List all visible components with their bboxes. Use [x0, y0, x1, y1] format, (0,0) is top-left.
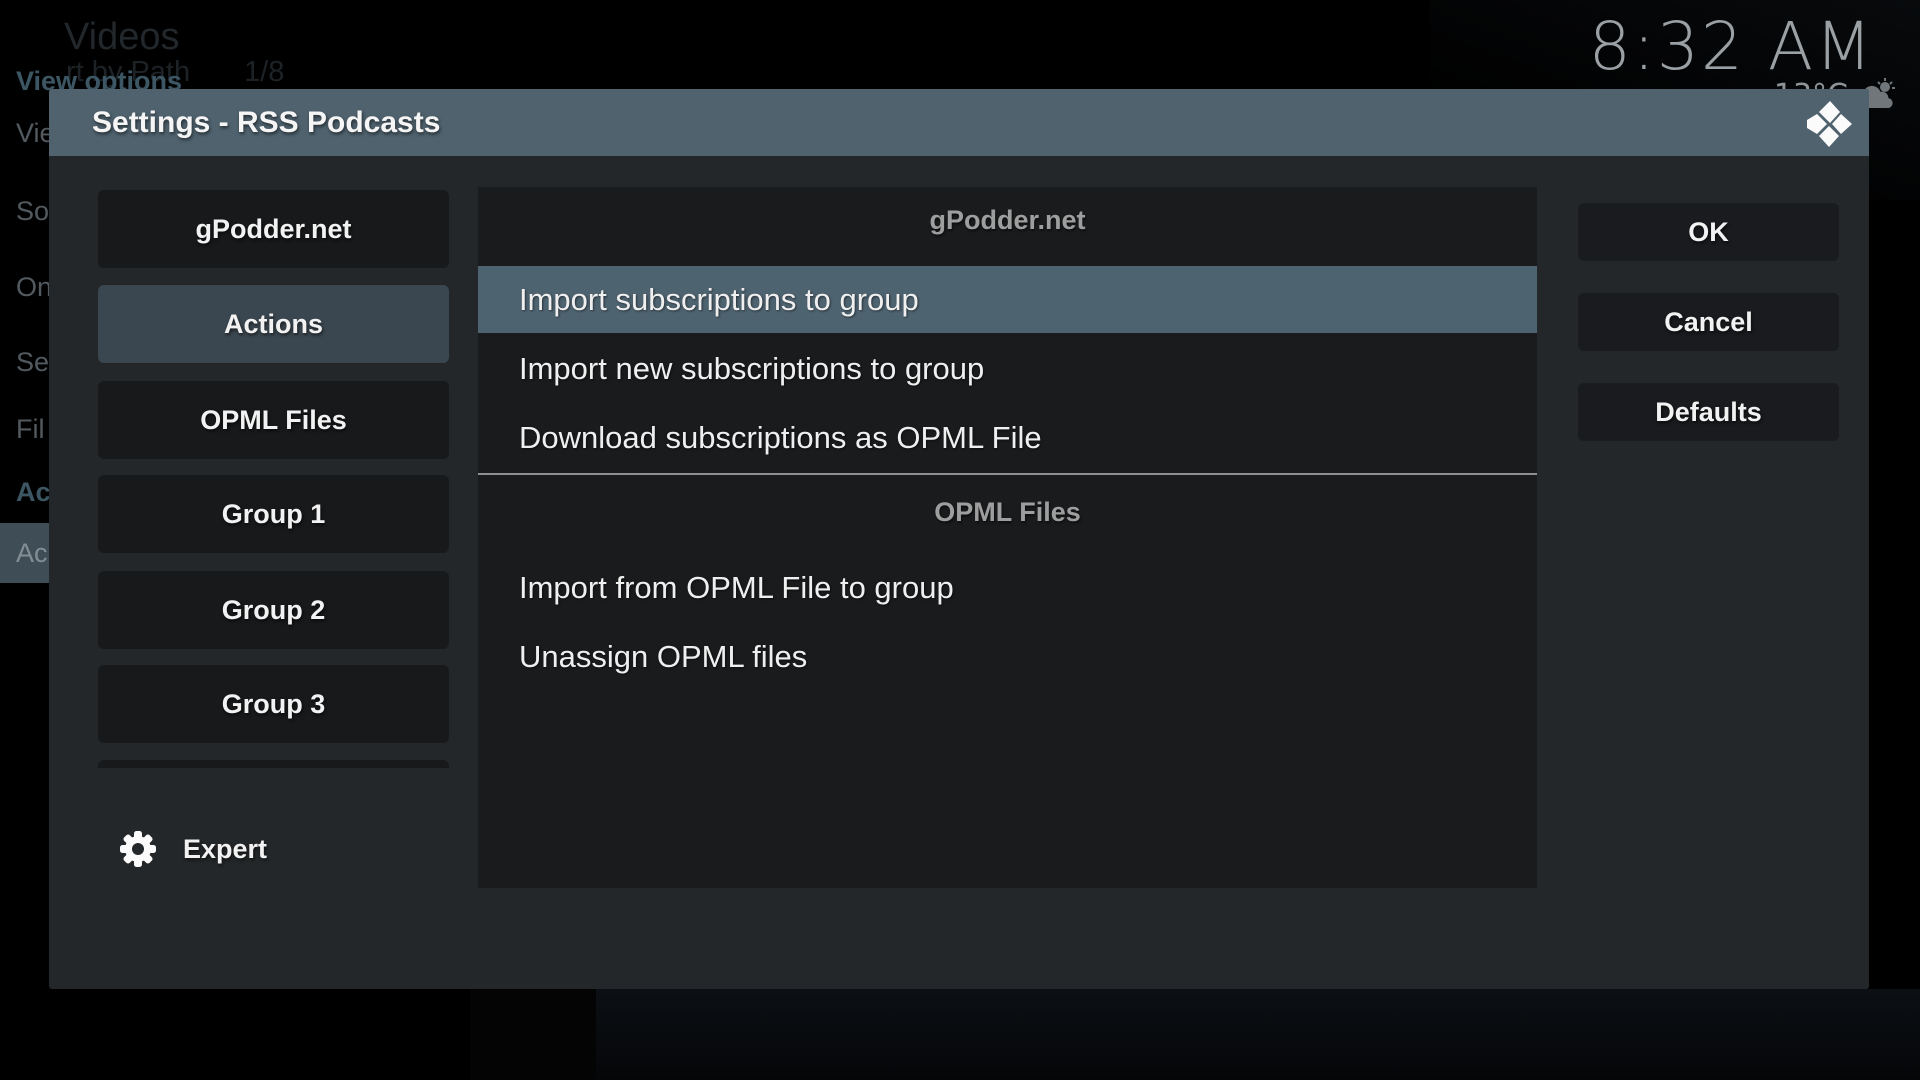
settings-panel: gPodder.net Import subscriptions to grou…: [478, 187, 1537, 888]
background-menu-item-filter: Fil: [16, 414, 45, 445]
background-panel-divider: [470, 989, 596, 1080]
dialog-titlebar: Settings - RSS Podcasts: [49, 89, 1869, 156]
setting-row-download-subscriptions[interactable]: Download subscriptions as OPML File: [478, 404, 1537, 471]
sidebar-item-gpodder[interactable]: gPodder.net: [98, 190, 449, 268]
setting-row-unassign-opml[interactable]: Unassign OPML files: [478, 623, 1537, 690]
section-header-gpodder: gPodder.net: [478, 187, 1537, 253]
setting-row-import-subscriptions[interactable]: Import subscriptions to group: [478, 266, 1537, 333]
background-actions-header: Ac: [16, 477, 51, 508]
background-menu-item-search: Se: [16, 347, 49, 378]
sidebar-item-group-2[interactable]: Group 2: [98, 571, 449, 649]
background-menu-item-sort: So: [16, 196, 49, 227]
background-highlighted-menu-label: Ac: [16, 538, 48, 569]
background-count-fragment: 1/8: [244, 56, 284, 88]
dialog-title: Settings - RSS Podcasts: [92, 89, 440, 156]
sidebar-item-partial[interactable]: [98, 760, 449, 768]
background-content-panel: [596, 989, 1920, 1080]
sidebar-item-group-1[interactable]: Group 1: [98, 475, 449, 553]
section-separator: [478, 473, 1537, 475]
defaults-button[interactable]: Defaults: [1578, 383, 1839, 441]
background-menu-item-order: On: [16, 272, 52, 303]
sidebar-item-actions[interactable]: Actions: [98, 285, 449, 363]
sidebar-item-opml-files[interactable]: OPML Files: [98, 381, 449, 459]
settings-level-label: Expert: [183, 834, 267, 865]
gear-icon: [119, 830, 157, 868]
sidebar-item-group-3[interactable]: Group 3: [98, 665, 449, 743]
setting-row-import-from-opml[interactable]: Import from OPML File to group: [478, 554, 1537, 621]
settings-dialog: Settings - RSS Podcasts gPodder.net Acti…: [49, 89, 1869, 989]
background-window-title: Videos: [64, 16, 180, 59]
kodi-logo-icon: [1805, 100, 1853, 148]
section-header-opml-files: OPML Files: [478, 479, 1537, 545]
cancel-button[interactable]: Cancel: [1578, 293, 1839, 351]
clock: 8:32 AM: [1589, 8, 1874, 85]
settings-level-button[interactable]: Expert: [119, 829, 267, 869]
ok-button[interactable]: OK: [1578, 203, 1839, 261]
setting-row-import-new-subscriptions[interactable]: Import new subscriptions to group: [478, 335, 1537, 402]
